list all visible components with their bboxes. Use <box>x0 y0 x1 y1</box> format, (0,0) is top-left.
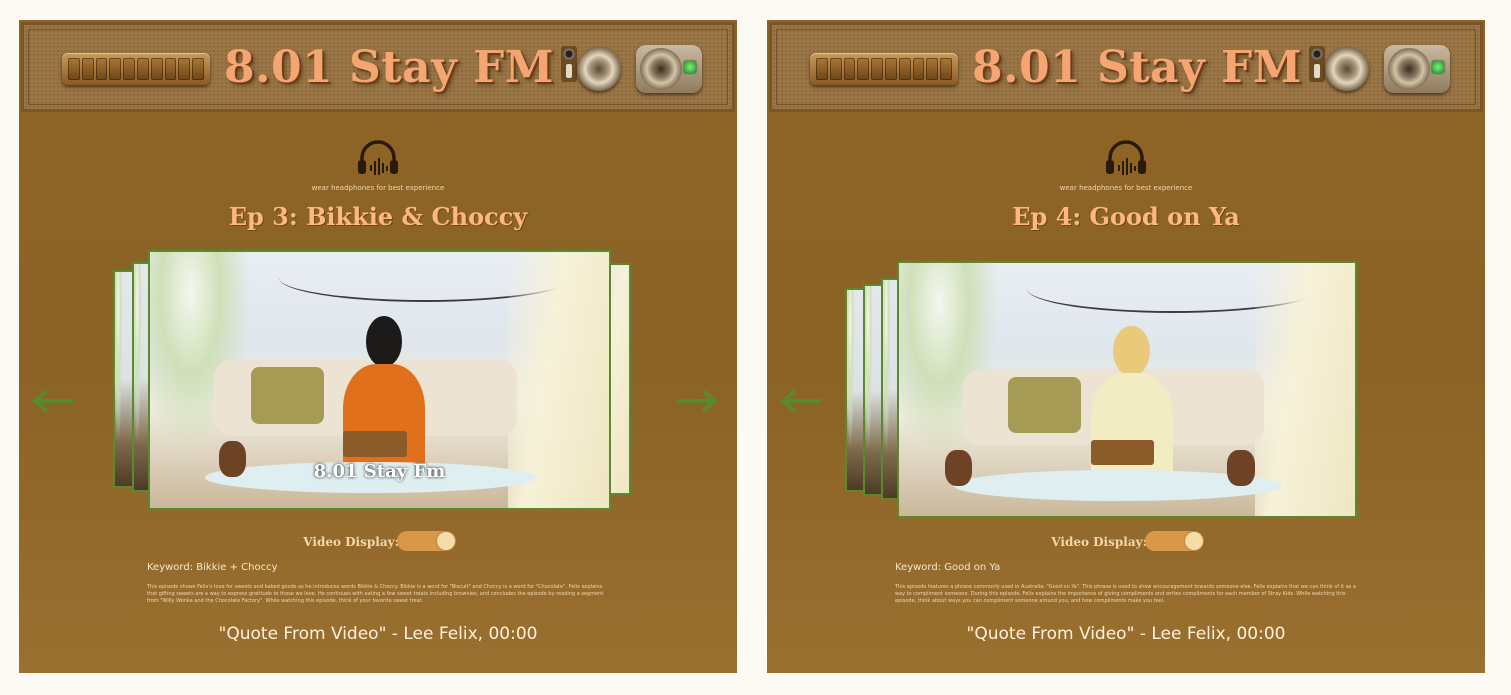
headphone-hint: wear headphones for best experience <box>1059 184 1193 192</box>
video-watermark: 8.01 Stay Fm <box>313 461 446 483</box>
arrow-left-icon[interactable] <box>779 388 823 414</box>
episode-title: Ep 4: Good on Ya <box>1012 202 1240 231</box>
radio-header: 8.01 Stay FM <box>769 22 1483 112</box>
video-display-row: Video Display: <box>19 531 737 555</box>
episode-keyword: Keyword: Good on Ya <box>895 562 1001 573</box>
video-display-toggle[interactable] <box>397 531 456 551</box>
video-display-label: Video Display: <box>303 535 399 549</box>
radio-header: 8.01 Stay FM <box>21 22 735 112</box>
arrow-left-icon[interactable] <box>31 388 75 414</box>
station-title: 8.01 Stay FM <box>972 42 1302 93</box>
video-display-toggle[interactable] <box>1145 531 1204 551</box>
episode-keyword: Keyword: Bikkie + Choccy <box>147 562 278 573</box>
radio-panel-ep4: 8.01 Stay FM wear headphones for best ex… <box>767 20 1485 673</box>
arrow-right-icon[interactable] <box>675 388 719 414</box>
radio-panel-ep3: 8.01 Stay FM wear headphones for best ex… <box>19 20 737 673</box>
episode-description: This episode features a phrase commonly … <box>895 584 1356 604</box>
episode-title: Ep 3: Bikkie & Choccy <box>228 202 528 231</box>
speaker-power-icon <box>636 45 702 93</box>
speaker-power-icon <box>1384 45 1450 93</box>
speaker-icon <box>577 47 621 91</box>
headphones-icon <box>1106 140 1146 175</box>
episode-description: This episode shows Felix's love for swee… <box>147 584 604 604</box>
headphones-icon <box>358 140 398 175</box>
video-display-label: Video Display: <box>1051 535 1147 549</box>
power-led-icon <box>684 61 696 73</box>
station-title: 8.01 Stay FM <box>224 42 554 93</box>
speaker-icon <box>1325 47 1369 91</box>
tuning-dial <box>62 53 210 85</box>
radio-knob-icon <box>1309 46 1325 82</box>
episode-quote: "Quote From Video" - Lee Felix, 00:00 <box>218 624 538 644</box>
power-led-icon <box>1432 61 1444 73</box>
episode-quote: "Quote From Video" - Lee Felix, 00:00 <box>966 624 1286 644</box>
tuning-dial <box>810 53 958 85</box>
video-frame-ep4[interactable] <box>897 261 1357 518</box>
video-frame-ep3[interactable]: 8.01 Stay Fm <box>148 250 611 510</box>
headphone-hint: wear headphones for best experience <box>311 184 445 192</box>
video-display-row: Video Display: <box>767 531 1485 555</box>
radio-knob-icon <box>561 46 577 82</box>
